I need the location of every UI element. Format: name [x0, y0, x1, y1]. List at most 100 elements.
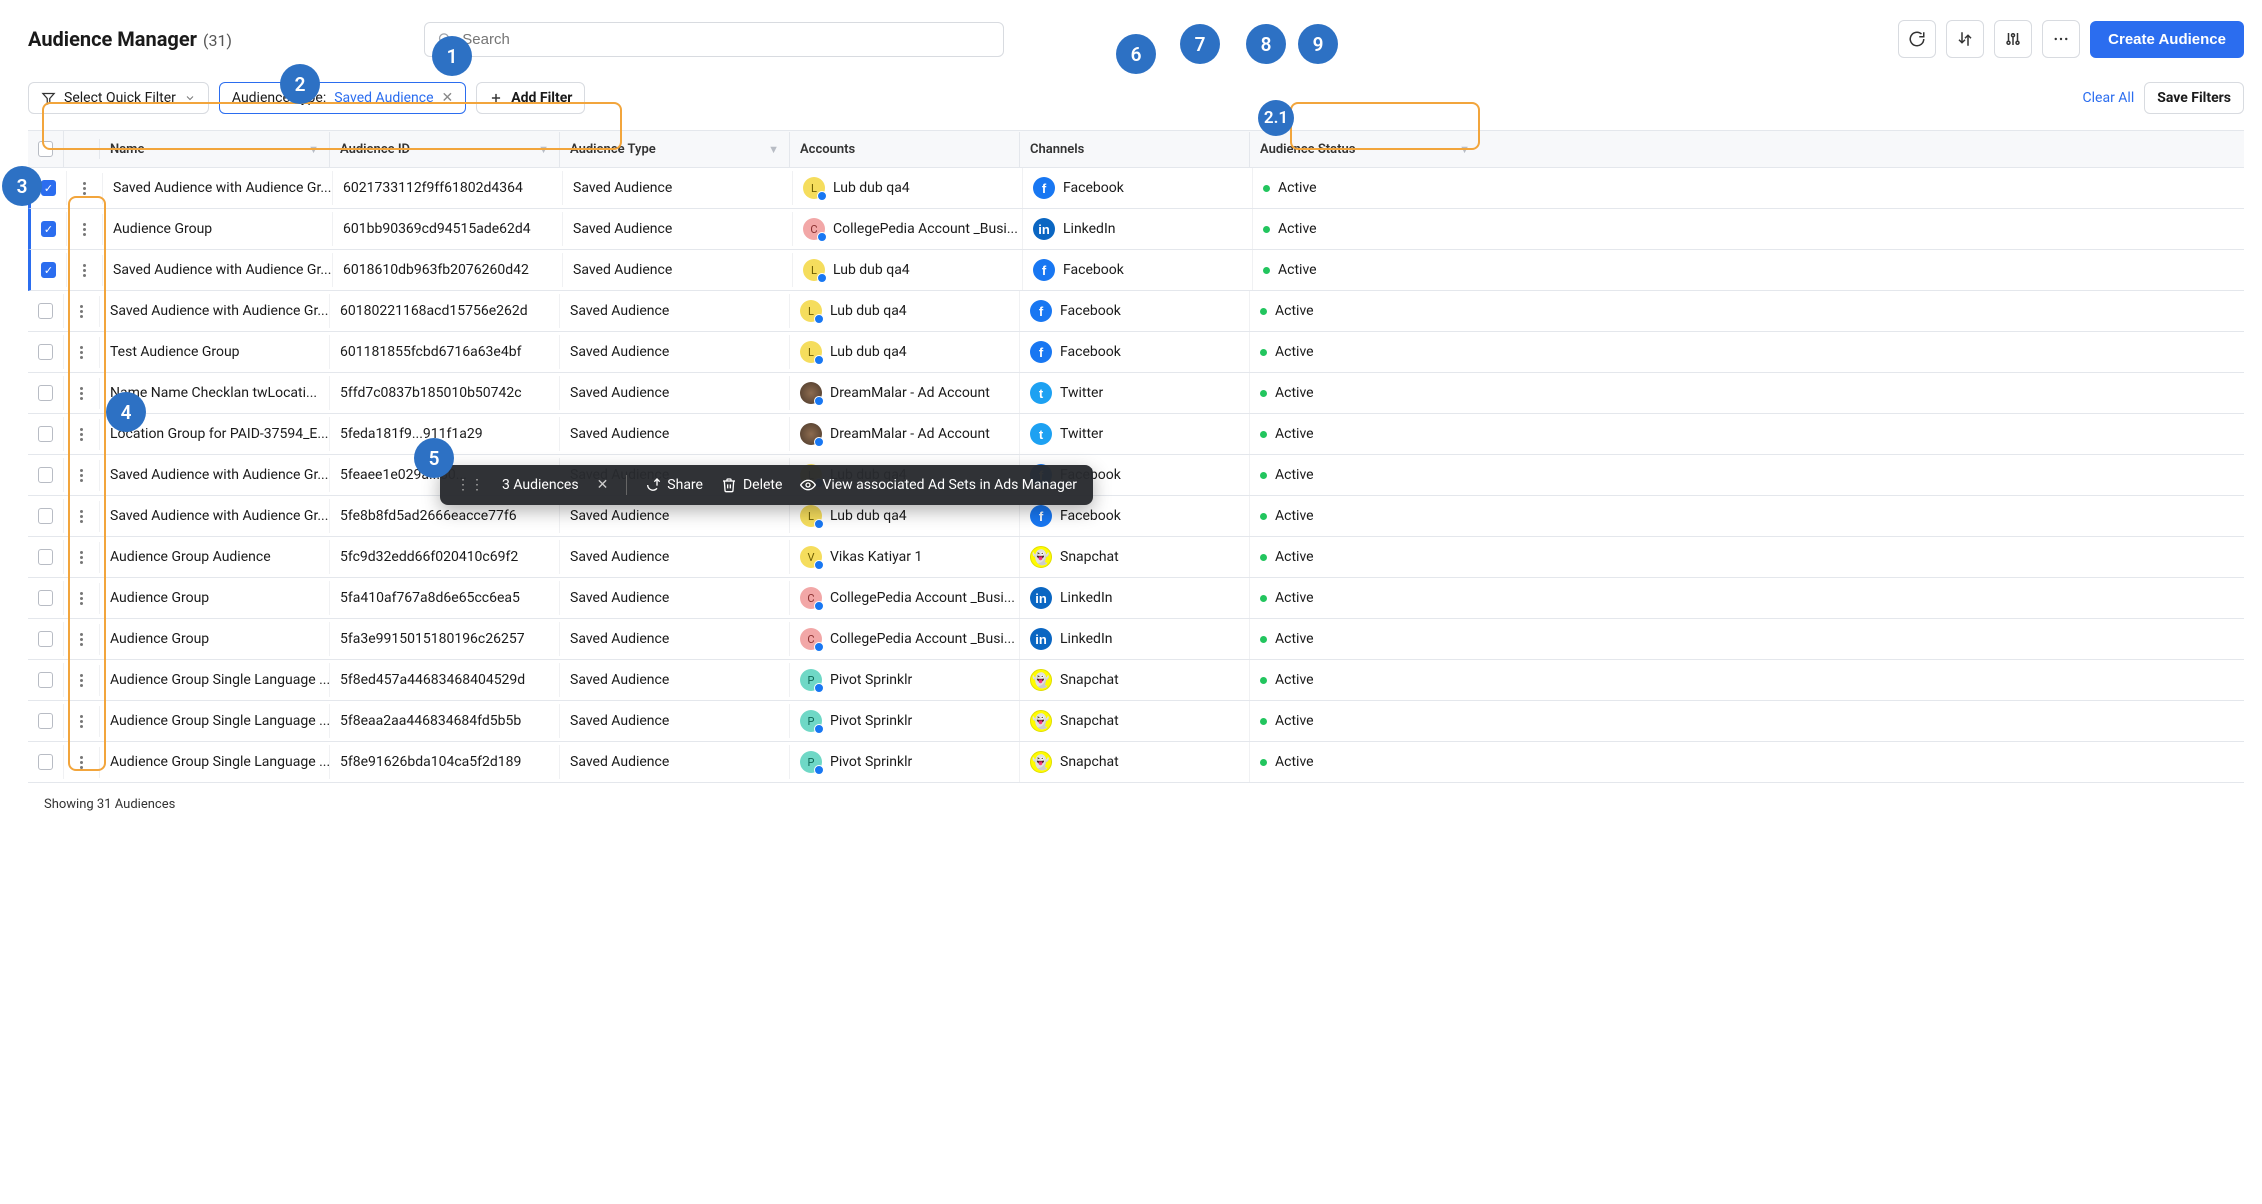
- status-dot-icon: [1260, 390, 1267, 397]
- row-actions-menu[interactable]: [74, 551, 89, 564]
- row-checkbox[interactable]: [41, 262, 56, 278]
- clear-all-link[interactable]: Clear All: [2083, 90, 2135, 106]
- row-actions-menu[interactable]: [74, 469, 89, 482]
- share-action[interactable]: Share: [645, 477, 703, 493]
- table-row[interactable]: Location Group for PAID-37594_E...5feda1…: [28, 414, 2244, 455]
- channel-icon: 👻: [1030, 669, 1052, 691]
- row-checkbox[interactable]: [41, 221, 56, 237]
- col-accounts[interactable]: Accounts: [790, 132, 1020, 167]
- cell-account: DreamMalar - Ad Account: [790, 414, 1020, 454]
- sort-button[interactable]: [1946, 20, 1984, 58]
- row-checkbox[interactable]: [38, 426, 53, 442]
- save-filters-button[interactable]: Save Filters: [2144, 82, 2244, 114]
- row-checkbox[interactable]: [38, 467, 53, 483]
- row-actions-menu[interactable]: [74, 346, 89, 359]
- table-row[interactable]: Saved Audience with Audience Gr...601802…: [28, 291, 2244, 332]
- cell-status: Active: [1250, 622, 1480, 656]
- select-all-checkbox[interactable]: [38, 141, 53, 157]
- table-row[interactable]: Audience Group5fa3e9915015180196c26257Sa…: [28, 619, 2244, 660]
- channel-icon: f: [1033, 177, 1055, 199]
- row-actions-menu[interactable]: [74, 305, 89, 318]
- row-actions-menu[interactable]: [74, 674, 89, 687]
- search-icon: [437, 31, 452, 47]
- status-dot-icon: [1260, 718, 1267, 725]
- sort-caret-icon: ▼: [768, 143, 779, 156]
- row-checkbox[interactable]: [38, 508, 53, 524]
- account-avatar: L: [800, 341, 822, 363]
- table-row[interactable]: Name Name Checklan twLocati...5ffd7c0837…: [28, 373, 2244, 414]
- row-checkbox[interactable]: [38, 713, 53, 729]
- create-audience-button[interactable]: Create Audience: [2090, 21, 2244, 58]
- row-actions-menu[interactable]: [77, 182, 92, 195]
- account-avatar: P: [800, 710, 822, 732]
- cell-channel: fFacebook: [1020, 332, 1250, 372]
- more-button[interactable]: [2042, 20, 2080, 58]
- row-actions-menu[interactable]: [77, 223, 92, 236]
- table-row[interactable]: Audience Group Single Language ...5f8e91…: [28, 742, 2244, 783]
- row-checkbox[interactable]: [41, 180, 56, 196]
- table-row[interactable]: Audience Group601bb90369cd94515ade62d4Sa…: [28, 209, 2244, 250]
- row-actions-menu[interactable]: [74, 387, 89, 400]
- row-actions-menu[interactable]: [74, 715, 89, 728]
- cell-audience-id: 6021733112f9ff61802d4364: [333, 171, 563, 205]
- selection-action-bar[interactable]: ⋮⋮ 3 Audiences ✕ Share Delete View assoc…: [440, 465, 1093, 505]
- cell-channel: inLinkedIn: [1020, 578, 1250, 618]
- row-checkbox[interactable]: [38, 672, 53, 688]
- row-actions-menu[interactable]: [74, 756, 89, 769]
- row-checkbox[interactable]: [38, 385, 53, 401]
- table-row[interactable]: Saved Audience with Audience Gr...5feaee…: [28, 455, 2244, 496]
- sort-caret-icon: ▼: [1459, 143, 1470, 156]
- status-dot-icon: [1260, 472, 1267, 479]
- row-actions-menu[interactable]: [74, 510, 89, 523]
- add-filter-button[interactable]: Add Filter: [476, 82, 585, 114]
- row-checkbox[interactable]: [38, 590, 53, 606]
- filter-chip-audience-type[interactable]: Audience Type: Saved Audience ✕: [219, 82, 466, 114]
- cell-audience-id: 5f8eaa2aa446834684fd5b5b: [330, 704, 560, 738]
- search-input[interactable]: [462, 31, 991, 48]
- quick-filter-dropdown[interactable]: Select Quick Filter: [28, 82, 209, 114]
- table-row[interactable]: Test Audience Group601181855fcbd6716a63e…: [28, 332, 2244, 373]
- view-adsets-action[interactable]: View associated Ad Sets in Ads Manager: [800, 477, 1077, 493]
- row-actions-menu[interactable]: [77, 264, 92, 277]
- row-checkbox[interactable]: [38, 754, 53, 770]
- cell-name: Audience Group: [103, 212, 333, 246]
- table-row[interactable]: Audience Group Audience5fc9d32edd66f0204…: [28, 537, 2244, 578]
- funnel-icon: [41, 91, 56, 106]
- search-bar[interactable]: [424, 22, 1004, 57]
- account-avatar: L: [803, 259, 825, 281]
- columns-button[interactable]: [1994, 20, 2032, 58]
- table-row[interactable]: Saved Audience with Audience Gr...602173…: [28, 168, 2244, 209]
- row-checkbox[interactable]: [38, 344, 53, 360]
- filter-chip-remove[interactable]: ✕: [442, 90, 454, 106]
- table-row[interactable]: Audience Group Single Language ...5f8eaa…: [28, 701, 2244, 742]
- columns-icon: [2004, 30, 2022, 48]
- col-audience-type[interactable]: Audience Type▼: [560, 132, 790, 167]
- cell-status: Active: [1250, 376, 1480, 410]
- cell-channel: tTwitter: [1020, 414, 1250, 454]
- selection-close[interactable]: ✕: [597, 477, 609, 493]
- refresh-button[interactable]: [1898, 20, 1936, 58]
- status-dot-icon: [1260, 431, 1267, 438]
- cell-status: Active: [1250, 581, 1480, 615]
- col-audience-id[interactable]: Audience ID▼: [330, 132, 560, 167]
- cell-audience-type: Saved Audience: [560, 417, 790, 451]
- row-actions-menu[interactable]: [74, 428, 89, 441]
- row-checkbox[interactable]: [38, 631, 53, 647]
- delete-action[interactable]: Delete: [721, 477, 782, 493]
- drag-handle-icon[interactable]: ⋮⋮: [456, 477, 484, 493]
- row-checkbox[interactable]: [38, 549, 53, 565]
- total-count: (31): [203, 31, 232, 50]
- col-name[interactable]: Name▼: [100, 132, 330, 167]
- cell-status: Active: [1250, 745, 1480, 779]
- table-row[interactable]: Audience Group Single Language ...5f8ed4…: [28, 660, 2244, 701]
- table-row[interactable]: Audience Group5fa410af767a8d6e65cc6ea5Sa…: [28, 578, 2244, 619]
- row-actions-menu[interactable]: [74, 633, 89, 646]
- cell-audience-type: Saved Audience: [560, 335, 790, 369]
- table-row[interactable]: Saved Audience with Audience Gr...601861…: [28, 250, 2244, 291]
- col-channels[interactable]: Channels: [1020, 132, 1250, 167]
- row-checkbox[interactable]: [38, 303, 53, 319]
- row-actions-menu[interactable]: [74, 592, 89, 605]
- cell-audience-id: 5feda181f9...911f1a29: [330, 417, 560, 451]
- table-row[interactable]: Saved Audience with Audience Gr...5fe8b8…: [28, 496, 2244, 537]
- col-status[interactable]: Audience Status▼: [1250, 132, 1480, 167]
